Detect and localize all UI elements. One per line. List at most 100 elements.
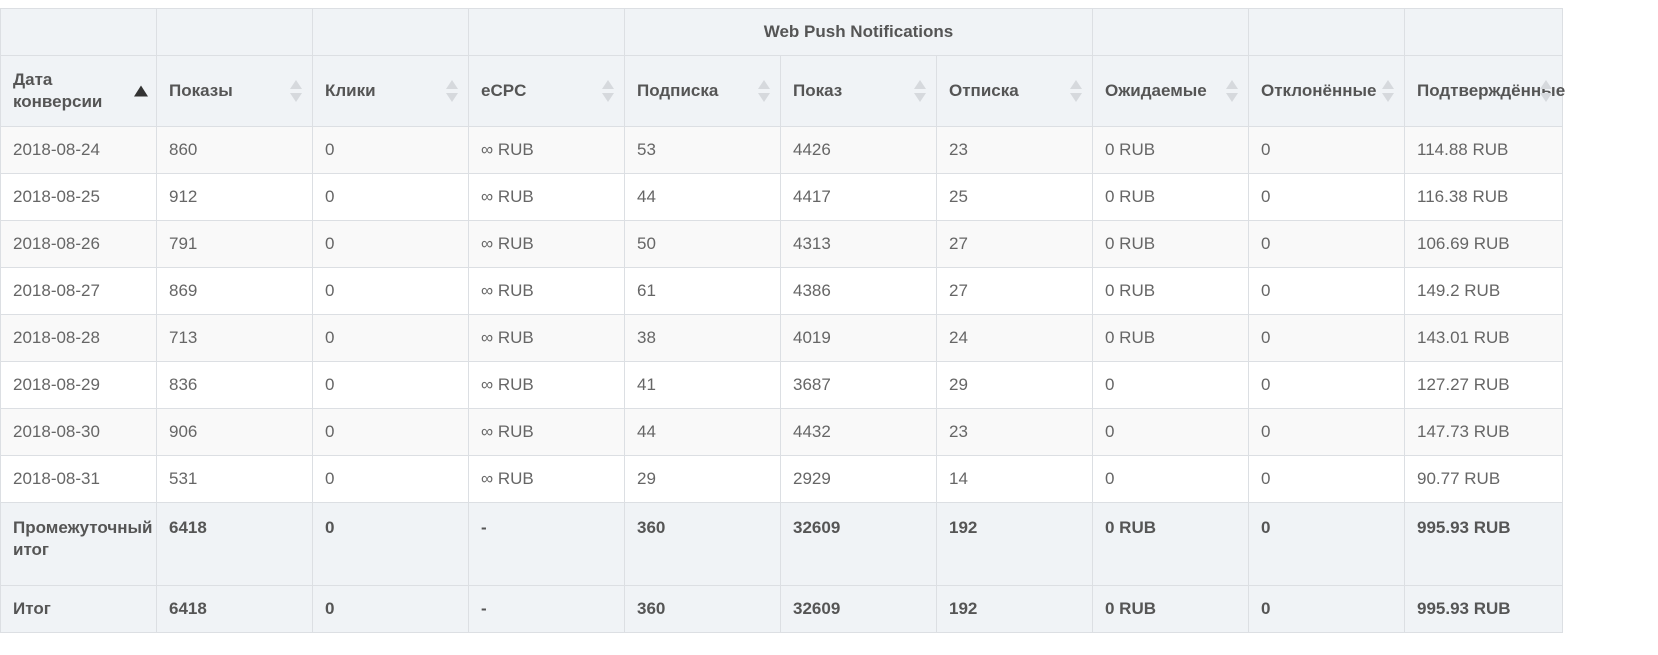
sort-ascending-icon[interactable] (134, 85, 148, 97)
table-cell: 29 (624, 455, 781, 503)
table-cell: 29 (936, 361, 1093, 409)
sort-icon[interactable] (290, 80, 302, 102)
table-row: 2018-08-24 860 0 ∞ RUB 53 4426 23 0 RUB … (0, 126, 1563, 174)
column-header-label: Подписка (637, 81, 719, 100)
group-header-empty (0, 8, 157, 56)
group-header-empty (1248, 8, 1405, 56)
table-cell: 4432 (780, 408, 937, 456)
column-header-confirmed[interactable]: Подтверждённые (1404, 55, 1565, 127)
table-cell: 2018-08-25 (0, 173, 157, 221)
table-cell: 0 (312, 220, 469, 268)
table-row: 2018-08-26 791 0 ∞ RUB 50 4313 27 0 RUB … (0, 220, 1563, 268)
table-cell: 147.73 RUB (1404, 408, 1563, 456)
sort-icon[interactable] (602, 80, 614, 102)
table-cell: 4417 (780, 173, 937, 221)
table-cell: 41 (624, 361, 781, 409)
table-cell: 149.2 RUB (1404, 267, 1563, 315)
total-cell: 360 (624, 585, 781, 633)
sort-icon[interactable] (758, 80, 770, 102)
group-header-row: Web Push Notifications (0, 8, 1563, 56)
sort-icon[interactable] (1382, 80, 1394, 102)
subtotal-row: Промежуточный итог 6418 0 - 360 32609 19… (0, 502, 1563, 586)
table-cell: 912 (156, 173, 313, 221)
column-header-label: Отклонённые (1261, 81, 1377, 100)
sort-icon[interactable] (446, 80, 458, 102)
table-cell: 0 (312, 361, 469, 409)
table-cell: ∞ RUB (468, 314, 625, 362)
column-header-label: Дата конверсии (13, 70, 103, 111)
table-row: 2018-08-29 836 0 ∞ RUB 41 3687 29 0 0 12… (0, 361, 1563, 409)
table-cell: 0 RUB (1092, 173, 1249, 221)
table-cell: ∞ RUB (468, 126, 625, 174)
sort-icon[interactable] (1226, 80, 1238, 102)
sort-icon[interactable] (1070, 80, 1082, 102)
table-cell: 531 (156, 455, 313, 503)
table-cell: 0 RUB (1092, 314, 1249, 362)
column-header-label: Отписка (949, 81, 1019, 100)
column-header-label: Ожидаемые (1105, 81, 1207, 100)
table-cell: 0 (1248, 173, 1405, 221)
column-header-rejected[interactable]: Отклонённые (1248, 55, 1405, 127)
table-row: 2018-08-28 713 0 ∞ RUB 38 4019 24 0 RUB … (0, 314, 1563, 362)
column-header-unsubscription[interactable]: Отписка (936, 55, 1093, 127)
subtotal-cell: 6418 (156, 502, 313, 586)
table-cell: 4386 (780, 267, 937, 315)
column-header-conversion-date[interactable]: Дата конверсии (0, 55, 157, 127)
table-cell: ∞ RUB (468, 220, 625, 268)
table-cell: 2018-08-26 (0, 220, 157, 268)
table-cell: 44 (624, 173, 781, 221)
table-cell: ∞ RUB (468, 455, 625, 503)
total-row: Итог 6418 0 - 360 32609 192 0 RUB 0 995.… (0, 585, 1563, 633)
table-cell: 0 RUB (1092, 126, 1249, 174)
table-cell: 53 (624, 126, 781, 174)
group-header-web-push: Web Push Notifications (624, 8, 1093, 56)
table-cell: 0 (312, 408, 469, 456)
sort-icon[interactable] (914, 80, 926, 102)
column-header-pending[interactable]: Ожидаемые (1092, 55, 1249, 127)
total-cell: - (468, 585, 625, 633)
total-cell: 0 (312, 585, 469, 633)
column-header-ecpc[interactable]: eCPC (468, 55, 625, 127)
table-cell: 0 (1092, 408, 1249, 456)
table-cell: 23 (936, 408, 1093, 456)
stats-table-container: Web Push Notifications Дата конверсии По… (0, 8, 1565, 633)
table-cell: ∞ RUB (468, 173, 625, 221)
total-label: Итог (0, 585, 157, 633)
table-cell: 23 (936, 126, 1093, 174)
sort-icon[interactable] (1540, 80, 1552, 102)
table-cell: 869 (156, 267, 313, 315)
column-header-clicks[interactable]: Клики (312, 55, 469, 127)
table-row: 2018-08-25 912 0 ∞ RUB 44 4417 25 0 RUB … (0, 173, 1563, 221)
column-header-show[interactable]: Показ (780, 55, 937, 127)
table-cell: 106.69 RUB (1404, 220, 1563, 268)
table-cell: ∞ RUB (468, 408, 625, 456)
table-cell: 0 RUB (1092, 267, 1249, 315)
group-header-empty (312, 8, 469, 56)
table-cell: 116.38 RUB (1404, 173, 1563, 221)
subtotal-label: Промежуточный итог (0, 502, 157, 586)
subtotal-cell: 0 (312, 502, 469, 586)
table-cell: 2018-08-24 (0, 126, 157, 174)
total-cell: 32609 (780, 585, 937, 633)
column-header-impressions[interactable]: Показы (156, 55, 313, 127)
table-cell: 0 (312, 173, 469, 221)
table-cell: 791 (156, 220, 313, 268)
table-cell: 2018-08-27 (0, 267, 157, 315)
table-cell: 24 (936, 314, 1093, 362)
column-header-subscription[interactable]: Подписка (624, 55, 781, 127)
table-cell: 0 (1248, 408, 1405, 456)
table-cell: 0 (1248, 220, 1405, 268)
table-cell: 0 RUB (1092, 220, 1249, 268)
table-cell: 127.27 RUB (1404, 361, 1563, 409)
table-cell: 906 (156, 408, 313, 456)
table-cell: 2018-08-31 (0, 455, 157, 503)
table-cell: 0 (1248, 126, 1405, 174)
table-cell: 2018-08-30 (0, 408, 157, 456)
subtotal-cell: 32609 (780, 502, 937, 586)
table-cell: 27 (936, 267, 1093, 315)
column-header-label: Показы (169, 81, 233, 100)
group-header-empty (1404, 8, 1563, 56)
table-cell: 0 (1092, 455, 1249, 503)
column-header-label: Показ (793, 81, 843, 100)
column-header-label: eCPC (481, 81, 527, 100)
